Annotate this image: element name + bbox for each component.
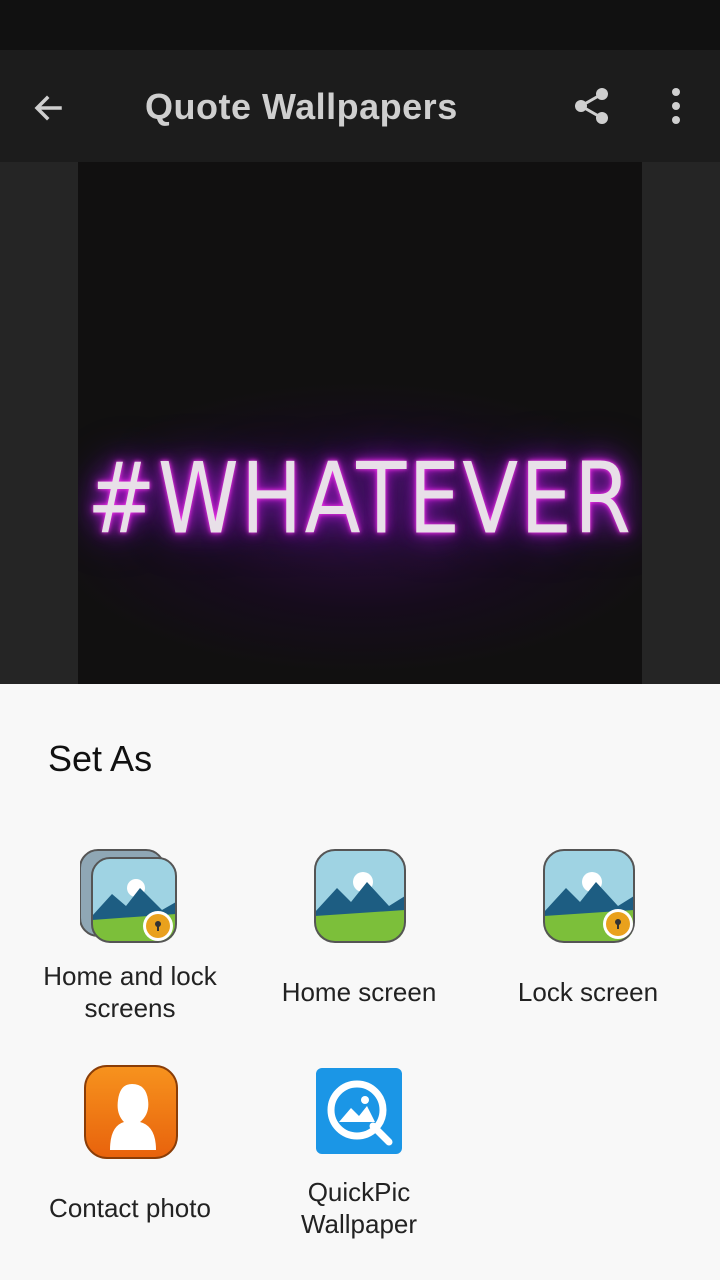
- option-home-and-lock-screens[interactable]: Home and lock screens: [15, 848, 245, 1024]
- option-label-line: Home and lock: [43, 961, 217, 991]
- option-label: QuickPic Wallpaper: [301, 1176, 417, 1240]
- more-vertical-icon[interactable]: [650, 80, 702, 132]
- option-label: Home screen: [281, 977, 437, 1007]
- option-home-screen[interactable]: Home screen: [244, 848, 474, 1008]
- share-icon[interactable]: [566, 80, 618, 132]
- option-label: Home and lock screens: [43, 960, 216, 1024]
- option-label: Contact photo: [49, 1193, 211, 1223]
- wallpaper-viewer: #WHATEVER: [0, 162, 720, 684]
- status-bar: [0, 0, 720, 50]
- option-label-line: QuickPic: [307, 1177, 411, 1207]
- app-bar: Quote Wallpapers: [0, 50, 720, 162]
- set-as-sheet: Set As Home and lock screens Home screen…: [0, 684, 720, 1280]
- sheet-title: Set As: [48, 738, 153, 779]
- contact-photo-icon: [80, 1064, 180, 1164]
- option-label-line: Wallpaper: [300, 1209, 418, 1239]
- option-label-line: screens: [84, 993, 176, 1023]
- quickpic-icon: [309, 1064, 409, 1164]
- wallpaper-image: #WHATEVER: [78, 162, 642, 684]
- option-lock-screen[interactable]: Lock screen: [473, 848, 703, 1008]
- option-quickpic-wallpaper[interactable]: QuickPic Wallpaper: [244, 1064, 474, 1240]
- arrow-back-icon[interactable]: [22, 82, 74, 134]
- home-wallpaper-icon: [309, 848, 409, 948]
- option-label: Lock screen: [517, 977, 659, 1007]
- home-and-lock-wallpaper-icon: [79, 848, 180, 948]
- option-contact-photo[interactable]: Contact photo: [15, 1064, 245, 1224]
- lock-wallpaper-icon: [538, 848, 638, 948]
- wallpaper-quote-text: #WHATEVER: [87, 442, 633, 557]
- page-title: Quote Wallpapers: [145, 86, 458, 127]
